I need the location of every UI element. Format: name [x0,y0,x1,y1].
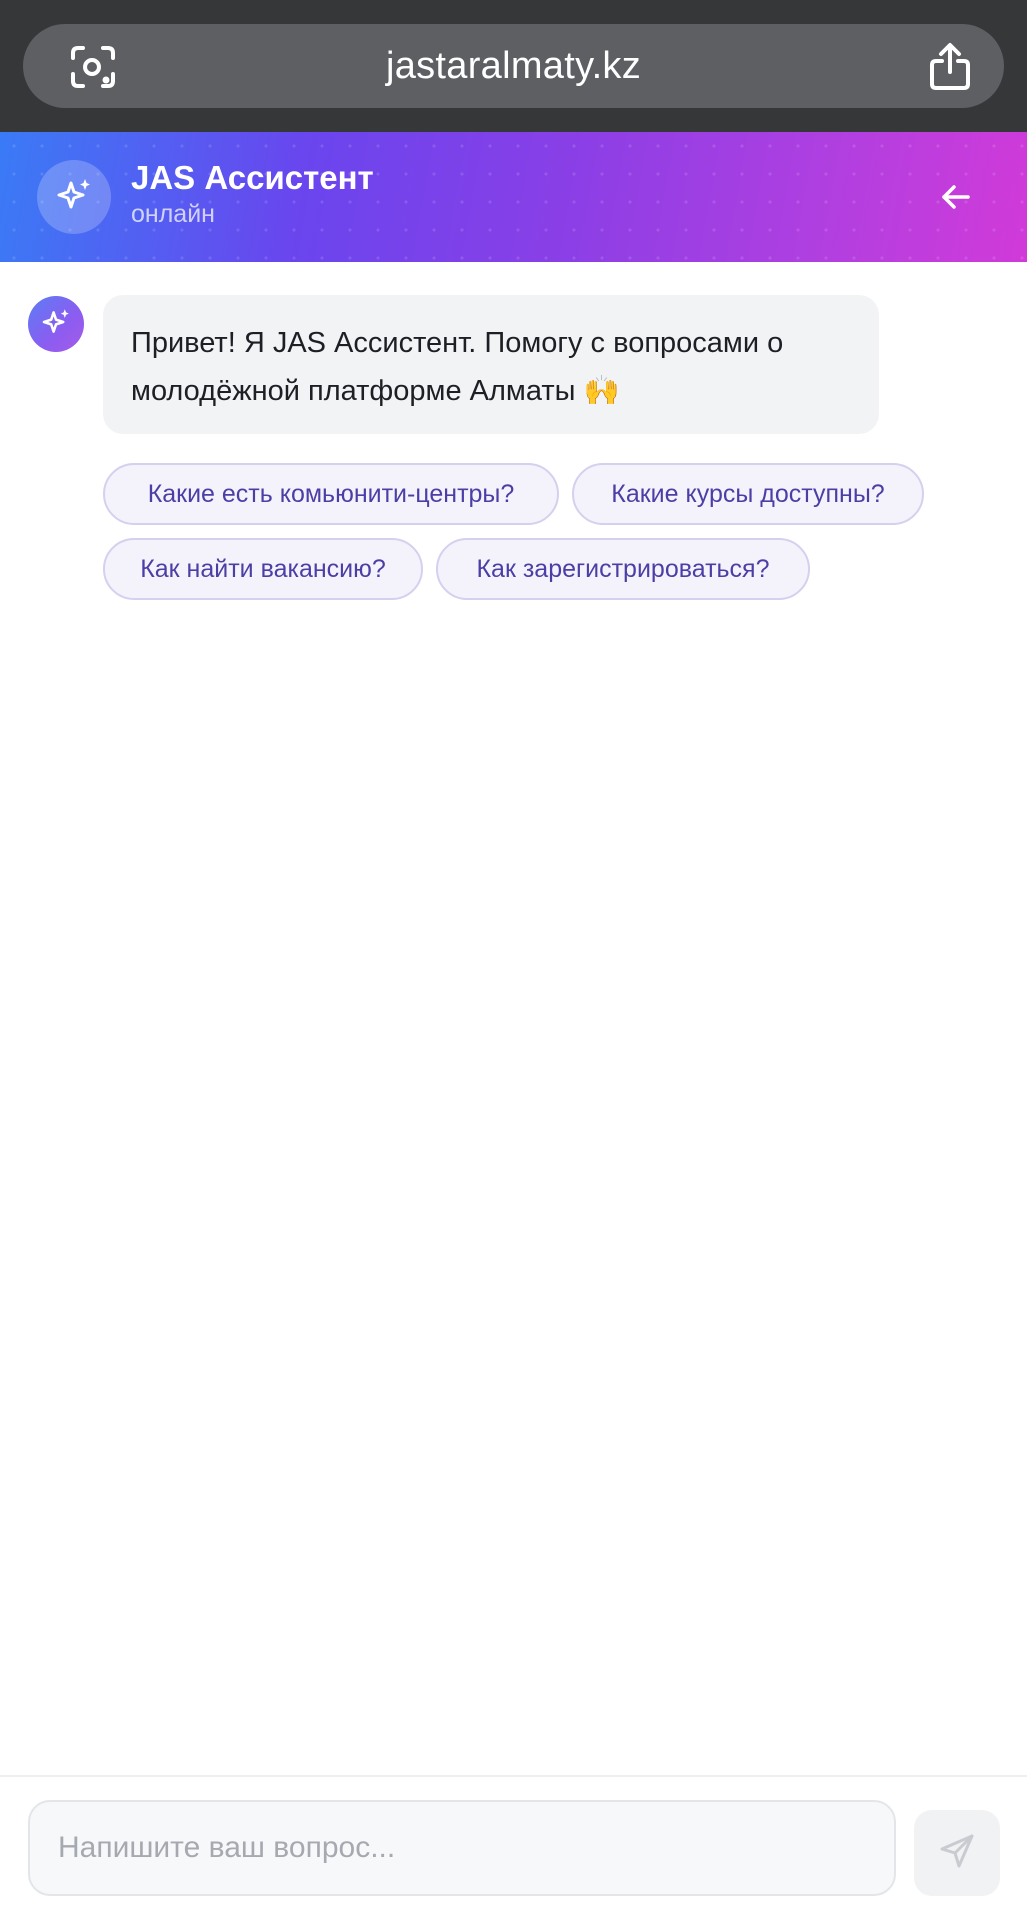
suggestion-chip-courses[interactable]: Какие курсы доступны? [572,463,924,525]
online-status: онлайн [131,200,215,228]
browser-toolbar: jastaralmaty.kz [0,0,1027,132]
bot-message-bubble: Привет! Я JAS Ассистент. Помогу с вопрос… [103,295,879,434]
header-pattern [0,132,1027,262]
share-icon[interactable] [928,42,972,92]
bot-avatar [28,296,84,352]
sparkle-icon [40,306,72,343]
address-bar[interactable]: jastaralmaty.kz [23,24,1004,108]
assistant-avatar [37,160,111,234]
arrow-left-icon[interactable] [939,180,973,214]
message-input[interactable] [28,1800,896,1896]
composer-divider [0,1775,1027,1777]
suggestion-chip-register[interactable]: Как зарегистрироваться? [436,538,810,600]
chat-title: JAS Ассистент [131,159,374,196]
url-text[interactable]: jastaralmaty.kz [23,24,1004,108]
suggestion-chip-community-centers[interactable]: Какие есть комьюнити-центры? [103,463,559,525]
page: jastaralmaty.kz JAS Ассистент онлайн При… [0,0,1027,1920]
chat-header: JAS Ассистент онлайн [0,132,1027,262]
send-icon [937,1831,977,1876]
send-button[interactable] [914,1810,1000,1896]
sparkle-icon [54,175,94,220]
suggestion-chip-find-vacancy[interactable]: Как найти вакансию? [103,538,423,600]
